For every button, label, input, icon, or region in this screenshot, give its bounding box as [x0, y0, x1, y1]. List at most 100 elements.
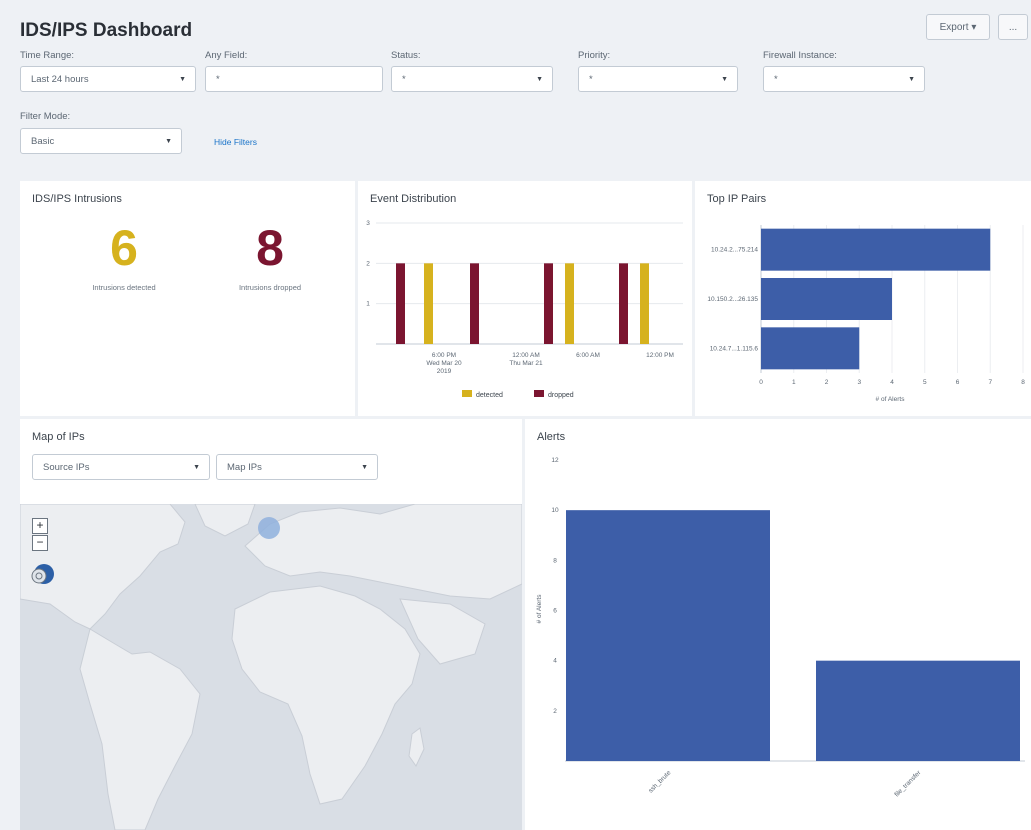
- europe-asia-landmass: [244, 504, 522, 600]
- any-field-value: *: [216, 73, 220, 85]
- x-tick-label: ssh_brute: [647, 769, 672, 794]
- legend-swatch-dropped: [534, 390, 544, 397]
- intrusions-panel: IDS/IPS Intrusions 6 Intrusions detected…: [20, 181, 355, 416]
- any-field-input[interactable]: *: [205, 66, 383, 92]
- page-title: IDS/IPS Dashboard: [20, 20, 193, 41]
- intrusions-detected-label: Intrusions detected: [92, 283, 156, 292]
- x-tick-label: 2019: [437, 368, 452, 375]
- madagascar-landmass: [408, 727, 425, 767]
- firewall-instance-select[interactable]: * ▼: [763, 66, 925, 92]
- dashboard-header: IDS/IPS Dashboard Export ▾ ... Time Rang…: [0, 0, 1031, 172]
- event-distribution-panel: Event Distribution 123 6:00 PM Wed Mar 20…: [358, 181, 692, 416]
- alert-bar[interactable]: [566, 510, 770, 761]
- africa-landmass: [231, 585, 421, 805]
- south-america-landmass: [79, 628, 201, 830]
- zoom-in-button[interactable]: +: [32, 518, 48, 534]
- chevron-down-icon: ▼: [361, 464, 368, 471]
- panel-title: IDS/IPS Intrusions: [32, 193, 122, 205]
- x-tick-label: 8: [1021, 379, 1025, 386]
- x-tick-label: 4: [890, 379, 894, 386]
- x-tick-label: Thu Mar 21: [509, 360, 543, 367]
- event-bar-dropped[interactable]: [619, 263, 628, 344]
- x-axis-label: # of Alerts: [876, 396, 906, 403]
- ip-pair-bar[interactable]: [761, 228, 991, 271]
- ip-pair-bar[interactable]: [761, 327, 860, 370]
- x-tick-label: 12:00 PM: [646, 352, 674, 359]
- x-tick-label: 6: [956, 379, 960, 386]
- alert-bar[interactable]: [816, 660, 1020, 761]
- x-tick-label: file_transfer: [893, 769, 923, 799]
- ip-world-map[interactable]: + −: [20, 504, 522, 830]
- y-tick-label: 3: [366, 220, 370, 227]
- y-tick-label: 10.24.7...1.115.6: [710, 345, 759, 352]
- time-range-select[interactable]: Last 24 hours ▼: [20, 66, 196, 92]
- chevron-down-icon: ▼: [536, 76, 543, 83]
- zoom-out-button[interactable]: −: [32, 535, 48, 551]
- top-ip-pairs-chart: 10.24.2...75.214 10.150.2...26.135 10.24.7…: [707, 225, 1025, 403]
- greenland-landmass: [194, 504, 256, 537]
- y-tick-label: 10: [551, 507, 559, 514]
- map-ips-select[interactable]: Map IPs ▼: [216, 454, 378, 480]
- x-tick-label: 5: [923, 379, 927, 386]
- status-value: *: [402, 73, 406, 85]
- map-of-ips-panel: Map of IPs Source IPs ▼ Map IPs ▼: [20, 419, 522, 504]
- status-label: Status:: [391, 50, 421, 61]
- y-tick-label: 1: [366, 301, 370, 308]
- ip-cluster-marker[interactable]: [31, 568, 47, 584]
- filter-mode-value: Basic: [31, 135, 55, 147]
- status-select[interactable]: * ▼: [391, 66, 553, 92]
- x-tick-label: 12:00 AM: [512, 352, 539, 359]
- intrusions-dropped-value: 8: [256, 220, 284, 276]
- firewall-instance-label: Firewall Instance:: [763, 50, 837, 61]
- y-tick-label: 12: [551, 457, 559, 464]
- ip-marker-europe[interactable]: [258, 517, 280, 539]
- firewall-instance-value: *: [774, 73, 778, 85]
- chevron-down-icon: ▼: [721, 76, 728, 83]
- map-ips-value: Map IPs: [227, 461, 262, 473]
- legend-swatch-detected: [462, 390, 472, 397]
- world-map-drawing: [20, 504, 522, 830]
- chevron-down-icon: ▼: [179, 76, 186, 83]
- chevron-down-icon: ▼: [165, 138, 172, 145]
- time-range-value: Last 24 hours: [31, 73, 89, 85]
- priority-label: Priority:: [578, 50, 611, 61]
- y-tick-label: 4: [553, 658, 557, 665]
- panel-title: Map of IPs: [32, 431, 85, 443]
- x-tick-label: 3: [857, 379, 861, 386]
- source-ips-value: Source IPs: [43, 461, 90, 473]
- x-tick-label: 2: [825, 379, 829, 386]
- x-tick-label: 6:00 PM: [432, 352, 456, 359]
- filter-mode-label: Filter Mode:: [20, 111, 71, 122]
- y-tick-label: 8: [553, 557, 557, 564]
- filter-mode-select[interactable]: Basic ▼: [20, 128, 182, 154]
- intrusions-detected-value: 6: [110, 220, 138, 276]
- chevron-down-icon: ▼: [908, 76, 915, 83]
- time-range-label: Time Range:: [20, 50, 75, 61]
- priority-select[interactable]: * ▼: [578, 66, 738, 92]
- event-bar-detected[interactable]: [565, 263, 574, 344]
- y-tick-label: 2: [366, 260, 370, 267]
- x-tick-label: 0: [759, 379, 763, 386]
- event-bar-detected[interactable]: [424, 263, 433, 344]
- priority-value: *: [589, 73, 593, 85]
- intrusions-dropped-label: Intrusions dropped: [238, 283, 302, 292]
- event-bar-detected[interactable]: [640, 263, 649, 344]
- event-bar-dropped[interactable]: [470, 263, 479, 344]
- y-tick-label: 10.150.2...26.135: [707, 296, 758, 303]
- y-axis-label: # of Alerts: [536, 594, 543, 624]
- alerts-panel: Alerts 2 4 6 8 10 12 ssh_brute file_transfer #…: [525, 419, 1031, 830]
- x-tick-label: Wed Mar 20: [426, 360, 462, 367]
- chevron-down-icon: ▼: [193, 464, 200, 471]
- legend-label-dropped: dropped: [548, 392, 574, 399]
- alerts-chart: 2 4 6 8 10 12 ssh_brute file_transfer # of Ale…: [536, 457, 1025, 799]
- more-actions-button[interactable]: ...: [998, 14, 1028, 40]
- hide-filters-link[interactable]: Hide Filters: [214, 137, 257, 147]
- any-field-label: Any Field:: [205, 50, 248, 61]
- source-ips-select[interactable]: Source IPs ▼: [32, 454, 210, 480]
- ip-pair-bar[interactable]: [761, 278, 892, 320]
- x-tick-label: 1: [792, 379, 796, 386]
- export-button[interactable]: Export ▾: [926, 14, 990, 40]
- event-bar-dropped[interactable]: [396, 263, 405, 344]
- legend-label-detected: detected: [476, 392, 503, 399]
- event-bar-dropped[interactable]: [544, 263, 553, 344]
